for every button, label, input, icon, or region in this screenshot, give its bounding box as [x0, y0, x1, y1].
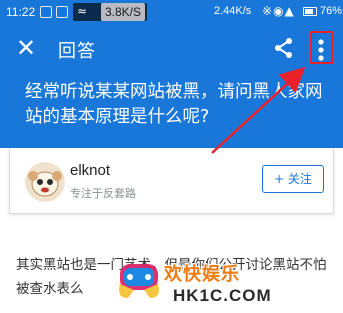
- question-banner: 经常听说某某网站被黑，请问黑人家网站的基本原理是什么呢?: [0, 74, 343, 148]
- bluetooth-icon: ※: [262, 4, 274, 18]
- more-vertical-icon[interactable]: [309, 36, 333, 64]
- battery-fill: [305, 9, 313, 14]
- net-speed: 2.44K/s: [214, 5, 252, 17]
- follow-button[interactable]: + 关注: [262, 165, 324, 193]
- author-name[interactable]: elknot: [70, 162, 110, 179]
- status-time: 11:22: [6, 5, 36, 19]
- alarm-icon: ◉: [273, 4, 285, 18]
- battery-icon: [303, 7, 317, 16]
- speed-indicator: ≈ 3.8K/S: [73, 3, 147, 21]
- speed-badge: 3.8K/S: [101, 3, 146, 21]
- status-bar: 11:22 ≈ 3.8K/S 2.44K/s ※◉▲ 76%: [0, 0, 343, 24]
- status-icons: ※◉▲: [262, 4, 295, 18]
- battery-percent: 76%: [320, 5, 343, 17]
- app-icon: [56, 6, 68, 18]
- screen: 11:22 ≈ 3.8K/S 2.44K/s ※◉▲ 76% ✕ 回答 经常听说…: [0, 0, 343, 313]
- wifi-icon: ≈: [77, 4, 88, 18]
- author-tagline: 专注于反套路: [70, 187, 136, 200]
- app-toolbar: ✕ 回答: [0, 24, 343, 74]
- page-title: 回答: [58, 41, 96, 62]
- signal-icon: ▲: [284, 4, 295, 18]
- answer-text: 其实黑站也是一门艺术，但是你们公开讨论黑站不怕被查水表么: [16, 257, 327, 297]
- close-icon[interactable]: ✕: [12, 34, 40, 62]
- notification-icon: [40, 6, 52, 18]
- question-title[interactable]: 经常听说某某网站被黑，请问黑人家网站的基本原理是什么呢?: [25, 80, 330, 130]
- share-icon[interactable]: [272, 36, 296, 60]
- author-card: elknot 专注于反套路 + 关注: [9, 148, 334, 214]
- avatar[interactable]: [25, 162, 65, 202]
